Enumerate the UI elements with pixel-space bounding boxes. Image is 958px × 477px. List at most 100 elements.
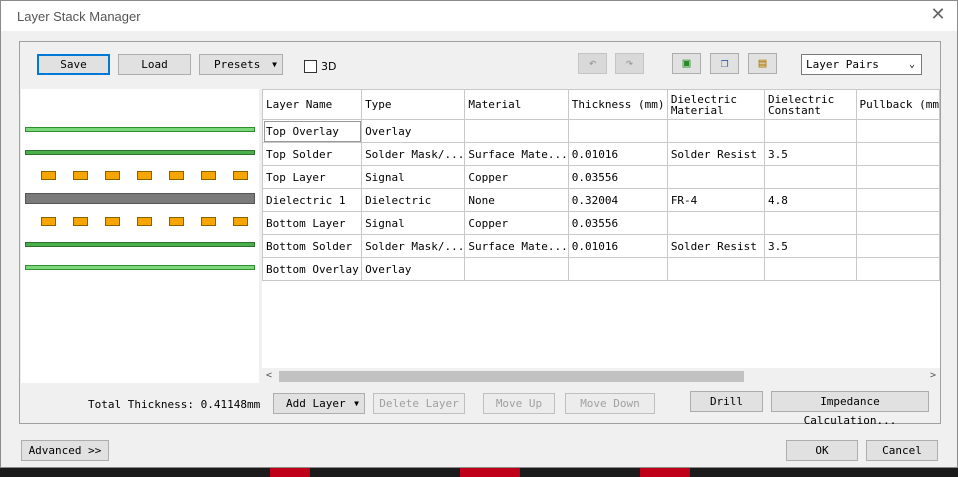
table-row[interactable]: Bottom Layer Signal Copper 0.03556 xyxy=(262,211,940,235)
view-mode-select[interactable]: Layer Pairs ⌄ xyxy=(801,54,922,75)
layer-table: Layer Name Type Material Thickness (mm) … xyxy=(262,89,940,383)
table-row[interactable]: Top Overlay Overlay xyxy=(262,119,940,143)
drill-button[interactable]: Drill xyxy=(690,391,763,412)
table-cell[interactable]: 0.32004 xyxy=(567,188,668,212)
table-cell[interactable]: Copper xyxy=(464,211,569,235)
table-cell[interactable]: Solder Resist xyxy=(666,142,765,166)
window-title: Layer Stack Manager xyxy=(17,9,141,24)
move-up-button[interactable]: Move Up xyxy=(483,393,555,414)
add-layer-label: Add Layer xyxy=(286,397,346,410)
table-cell[interactable]: Surface Mate... xyxy=(464,142,569,166)
table-row[interactable]: Top Layer Signal Copper 0.03556 xyxy=(262,165,940,189)
scroll-left-icon[interactable]: < xyxy=(266,368,272,384)
column-header[interactable]: Pullback (mm xyxy=(855,89,940,120)
preview-bottom-solder xyxy=(25,242,255,247)
undo-icon[interactable]: ↶ xyxy=(578,53,607,74)
table-cell[interactable] xyxy=(666,211,765,235)
table-cell[interactable]: FR-4 xyxy=(666,188,765,212)
cancel-button[interactable]: Cancel xyxy=(866,440,938,461)
add-layer-button[interactable]: Add Layer ▼ xyxy=(273,393,365,414)
table-cell[interactable]: None xyxy=(464,188,569,212)
load-button[interactable]: Load xyxy=(118,54,191,75)
table-cell[interactable]: Signal xyxy=(361,211,466,235)
table-row[interactable]: Bottom Overlay Overlay xyxy=(262,257,940,281)
table-cell[interactable] xyxy=(567,119,668,143)
preview-bottom-pad xyxy=(73,217,88,226)
column-header[interactable]: Layer Name xyxy=(262,89,363,120)
table-cell[interactable]: 3.5 xyxy=(763,142,857,166)
checkbox-3d[interactable] xyxy=(304,60,317,73)
table-cell[interactable]: Top Solder xyxy=(262,142,363,166)
table-cell[interactable] xyxy=(855,188,940,212)
checkbox-3d-label: 3D xyxy=(321,60,337,73)
table-cell[interactable] xyxy=(855,119,940,143)
table-cell[interactable]: Top Layer xyxy=(262,165,363,189)
table-row[interactable]: Dielectric 1 Dielectric None 0.32004 FR-… xyxy=(262,188,940,212)
table-row[interactable]: Bottom Solder Solder Mask/... Surface Ma… xyxy=(262,234,940,258)
table-cell[interactable] xyxy=(855,211,940,235)
column-header[interactable]: Dielectric Constant xyxy=(763,89,857,120)
table-cell[interactable]: Top Overlay xyxy=(262,119,363,143)
column-header[interactable]: Dielectric Material xyxy=(666,89,765,120)
table-cell[interactable]: Solder Resist xyxy=(666,234,765,258)
table-cell[interactable] xyxy=(855,165,940,189)
preview-top-pad xyxy=(41,171,56,180)
table-cell[interactable] xyxy=(763,257,857,281)
save-button[interactable]: Save xyxy=(37,54,110,75)
ok-button[interactable]: OK xyxy=(786,440,858,461)
table-cell[interactable] xyxy=(855,234,940,258)
table-row[interactable]: Top Solder Solder Mask/... Surface Mate.… xyxy=(262,142,940,166)
table-cell[interactable]: Copper xyxy=(464,165,569,189)
table-cell[interactable]: 0.03556 xyxy=(567,165,668,189)
table-cell[interactable]: Signal xyxy=(361,165,466,189)
column-header[interactable]: Material xyxy=(464,89,569,120)
table-cell[interactable] xyxy=(666,165,765,189)
table-cell[interactable]: Bottom Solder xyxy=(262,234,363,258)
table-cell[interactable] xyxy=(464,119,569,143)
dropdown-arrow-icon: ▼ xyxy=(354,399,359,408)
table-cell[interactable]: Solder Mask/... xyxy=(361,234,466,258)
column-header[interactable]: Thickness (mm) xyxy=(567,89,668,120)
scroll-thumb[interactable] xyxy=(279,371,744,382)
table-cell[interactable]: 0.01016 xyxy=(567,234,668,258)
copy-special-icon[interactable]: ▣ xyxy=(672,53,701,74)
table-cell[interactable] xyxy=(666,119,765,143)
table-cell[interactable]: 4.8 xyxy=(763,188,857,212)
column-header[interactable]: Type xyxy=(361,89,466,120)
advanced-button[interactable]: Advanced >> xyxy=(21,440,109,461)
table-cell[interactable]: Overlay xyxy=(361,119,466,143)
table-cell[interactable]: Bottom Overlay xyxy=(262,257,363,281)
paste-icon[interactable]: ▤ xyxy=(748,53,777,74)
presets-button[interactable]: Presets ▼ xyxy=(199,54,283,75)
close-icon[interactable]: ✕ xyxy=(927,4,949,26)
dropdown-arrow-icon: ▼ xyxy=(272,60,277,69)
redo-icon[interactable]: ↷ xyxy=(615,53,644,74)
table-cell[interactable]: Dielectric 1 xyxy=(262,188,363,212)
table-cell[interactable]: Solder Mask/... xyxy=(361,142,466,166)
preview-top-pad xyxy=(73,171,88,180)
preview-bottom-pad xyxy=(201,217,216,226)
delete-layer-button[interactable]: Delete Layer xyxy=(373,393,465,414)
move-down-button[interactable]: Move Down xyxy=(565,393,655,414)
scroll-right-icon[interactable]: > xyxy=(930,368,936,384)
table-cell[interactable] xyxy=(464,257,569,281)
table-cell[interactable]: Bottom Layer xyxy=(262,211,363,235)
table-cell[interactable]: 0.01016 xyxy=(567,142,668,166)
table-cell[interactable] xyxy=(666,257,765,281)
table-cell[interactable] xyxy=(567,257,668,281)
table-cell[interactable] xyxy=(763,211,857,235)
impedance-calculation-button[interactable]: Impedance Calculation... xyxy=(771,391,929,427)
copy-icon[interactable]: ❐ xyxy=(710,53,739,74)
table-cell[interactable] xyxy=(763,119,857,143)
table-cell[interactable]: Overlay xyxy=(361,257,466,281)
total-thickness: Total Thickness: 0.41148mm xyxy=(88,398,261,411)
table-cell[interactable] xyxy=(855,142,940,166)
table-cell[interactable]: 0.03556 xyxy=(567,211,668,235)
table-cell[interactable]: 3.5 xyxy=(763,234,857,258)
horizontal-scrollbar[interactable]: < > xyxy=(262,368,940,384)
table-cell[interactable] xyxy=(763,165,857,189)
table-cell[interactable]: Dielectric xyxy=(361,188,466,212)
table-cell[interactable]: Surface Mate... xyxy=(464,234,569,258)
table-cell[interactable] xyxy=(855,257,940,281)
preview-top-solder xyxy=(25,150,255,155)
